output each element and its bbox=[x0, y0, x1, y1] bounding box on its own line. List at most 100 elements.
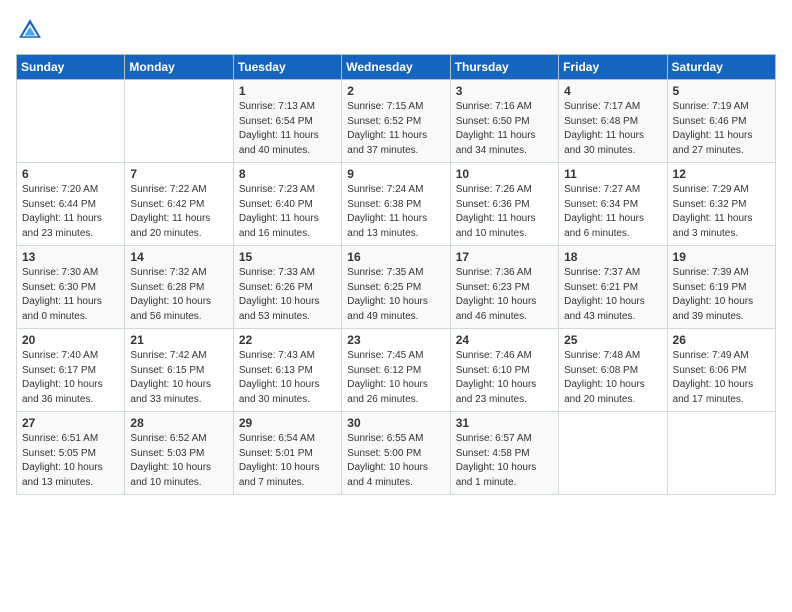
day-number: 29 bbox=[239, 416, 336, 430]
weekday-header-wednesday: Wednesday bbox=[342, 55, 450, 80]
calendar-cell: 8 Sunrise: 7:23 AM Sunset: 6:40 PM Daylig… bbox=[233, 163, 341, 246]
day-info: Sunrise: 7:27 AM Sunset: 6:34 PM Dayligh… bbox=[564, 183, 661, 241]
day-info: Sunrise: 7:13 AM Sunset: 6:54 PM Dayligh… bbox=[239, 100, 336, 158]
calendar-cell: 26 Sunrise: 7:49 AM Sunset: 6:06 PM Dayli… bbox=[667, 329, 775, 412]
day-number: 16 bbox=[347, 250, 444, 264]
weekday-header-tuesday: Tuesday bbox=[233, 55, 341, 80]
calendar-cell: 19 Sunrise: 7:39 AM Sunset: 6:19 PM Dayli… bbox=[667, 246, 775, 329]
day-number: 27 bbox=[22, 416, 119, 430]
day-number: 10 bbox=[456, 167, 553, 181]
day-info: Sunrise: 7:40 AM Sunset: 6:17 PM Dayligh… bbox=[22, 349, 119, 407]
day-number: 4 bbox=[564, 84, 661, 98]
day-info: Sunrise: 7:26 AM Sunset: 6:36 PM Dayligh… bbox=[456, 183, 553, 241]
day-info: Sunrise: 7:15 AM Sunset: 6:52 PM Dayligh… bbox=[347, 100, 444, 158]
weekday-header-sunday: Sunday bbox=[17, 55, 125, 80]
calendar-cell bbox=[559, 412, 667, 495]
day-number: 2 bbox=[347, 84, 444, 98]
calendar-week-row: 1 Sunrise: 7:13 AM Sunset: 6:54 PM Daylig… bbox=[17, 80, 776, 163]
calendar-cell: 28 Sunrise: 6:52 AM Sunset: 5:03 PM Dayli… bbox=[125, 412, 233, 495]
day-info: Sunrise: 7:33 AM Sunset: 6:26 PM Dayligh… bbox=[239, 266, 336, 324]
day-info: Sunrise: 7:39 AM Sunset: 6:19 PM Dayligh… bbox=[673, 266, 770, 324]
day-number: 17 bbox=[456, 250, 553, 264]
day-info: Sunrise: 6:52 AM Sunset: 5:03 PM Dayligh… bbox=[130, 432, 227, 490]
calendar-cell: 24 Sunrise: 7:46 AM Sunset: 6:10 PM Dayli… bbox=[450, 329, 558, 412]
day-number: 31 bbox=[456, 416, 553, 430]
calendar-week-row: 20 Sunrise: 7:40 AM Sunset: 6:17 PM Dayli… bbox=[17, 329, 776, 412]
day-info: Sunrise: 6:54 AM Sunset: 5:01 PM Dayligh… bbox=[239, 432, 336, 490]
day-number: 25 bbox=[564, 333, 661, 347]
day-info: Sunrise: 6:51 AM Sunset: 5:05 PM Dayligh… bbox=[22, 432, 119, 490]
day-info: Sunrise: 7:48 AM Sunset: 6:08 PM Dayligh… bbox=[564, 349, 661, 407]
calendar-week-row: 6 Sunrise: 7:20 AM Sunset: 6:44 PM Daylig… bbox=[17, 163, 776, 246]
calendar-cell bbox=[125, 80, 233, 163]
logo-icon bbox=[16, 16, 44, 44]
calendar-cell: 23 Sunrise: 7:45 AM Sunset: 6:12 PM Dayli… bbox=[342, 329, 450, 412]
day-info: Sunrise: 7:20 AM Sunset: 6:44 PM Dayligh… bbox=[22, 183, 119, 241]
day-number: 8 bbox=[239, 167, 336, 181]
calendar-cell: 12 Sunrise: 7:29 AM Sunset: 6:32 PM Dayli… bbox=[667, 163, 775, 246]
calendar-cell: 27 Sunrise: 6:51 AM Sunset: 5:05 PM Dayli… bbox=[17, 412, 125, 495]
day-number: 24 bbox=[456, 333, 553, 347]
calendar-cell: 22 Sunrise: 7:43 AM Sunset: 6:13 PM Dayli… bbox=[233, 329, 341, 412]
calendar-cell: 3Sunrise: 7:16 AM Sunset: 6:50 PM Daylig… bbox=[450, 80, 558, 163]
day-number: 20 bbox=[22, 333, 119, 347]
calendar-cell: 20 Sunrise: 7:40 AM Sunset: 6:17 PM Dayli… bbox=[17, 329, 125, 412]
day-info: Sunrise: 7:19 AM Sunset: 6:46 PM Dayligh… bbox=[673, 100, 770, 158]
calendar-cell: 21 Sunrise: 7:42 AM Sunset: 6:15 PM Dayli… bbox=[125, 329, 233, 412]
calendar-cell: 29 Sunrise: 6:54 AM Sunset: 5:01 PM Dayli… bbox=[233, 412, 341, 495]
day-number: 9 bbox=[347, 167, 444, 181]
calendar-cell: 18Sunrise: 7:37 AM Sunset: 6:21 PM Dayli… bbox=[559, 246, 667, 329]
weekday-header-monday: Monday bbox=[125, 55, 233, 80]
day-number: 7 bbox=[130, 167, 227, 181]
day-number: 28 bbox=[130, 416, 227, 430]
day-info: Sunrise: 7:22 AM Sunset: 6:42 PM Dayligh… bbox=[130, 183, 227, 241]
calendar-cell: 16 Sunrise: 7:35 AM Sunset: 6:25 PM Dayli… bbox=[342, 246, 450, 329]
weekday-header-saturday: Saturday bbox=[667, 55, 775, 80]
day-number: 5 bbox=[673, 84, 770, 98]
day-info: Sunrise: 7:45 AM Sunset: 6:12 PM Dayligh… bbox=[347, 349, 444, 407]
day-number: 26 bbox=[673, 333, 770, 347]
day-info: Sunrise: 7:43 AM Sunset: 6:13 PM Dayligh… bbox=[239, 349, 336, 407]
day-info: Sunrise: 6:57 AM Sunset: 4:58 PM Dayligh… bbox=[456, 432, 553, 490]
calendar-week-row: 27 Sunrise: 6:51 AM Sunset: 5:05 PM Dayli… bbox=[17, 412, 776, 495]
day-number: 22 bbox=[239, 333, 336, 347]
day-number: 13 bbox=[22, 250, 119, 264]
calendar-cell: 11Sunrise: 7:27 AM Sunset: 6:34 PM Dayli… bbox=[559, 163, 667, 246]
day-info: Sunrise: 7:17 AM Sunset: 6:48 PM Dayligh… bbox=[564, 100, 661, 158]
day-info: Sunrise: 7:36 AM Sunset: 6:23 PM Dayligh… bbox=[456, 266, 553, 324]
day-number: 12 bbox=[673, 167, 770, 181]
day-info: Sunrise: 7:30 AM Sunset: 6:30 PM Dayligh… bbox=[22, 266, 119, 324]
weekday-header-thursday: Thursday bbox=[450, 55, 558, 80]
calendar-cell: 7 Sunrise: 7:22 AM Sunset: 6:42 PM Daylig… bbox=[125, 163, 233, 246]
day-info: Sunrise: 7:23 AM Sunset: 6:40 PM Dayligh… bbox=[239, 183, 336, 241]
day-info: Sunrise: 7:24 AM Sunset: 6:38 PM Dayligh… bbox=[347, 183, 444, 241]
day-number: 14 bbox=[130, 250, 227, 264]
logo bbox=[16, 16, 48, 44]
calendar-cell: 30Sunrise: 6:55 AM Sunset: 5:00 PM Dayli… bbox=[342, 412, 450, 495]
calendar-cell: 31 Sunrise: 6:57 AM Sunset: 4:58 PM Dayli… bbox=[450, 412, 558, 495]
day-info: Sunrise: 7:46 AM Sunset: 6:10 PM Dayligh… bbox=[456, 349, 553, 407]
weekday-header-friday: Friday bbox=[559, 55, 667, 80]
day-number: 30 bbox=[347, 416, 444, 430]
calendar-cell: 4 Sunrise: 7:17 AM Sunset: 6:48 PM Daylig… bbox=[559, 80, 667, 163]
calendar-header-row: SundayMondayTuesdayWednesdayThursdayFrid… bbox=[17, 55, 776, 80]
day-info: Sunrise: 7:35 AM Sunset: 6:25 PM Dayligh… bbox=[347, 266, 444, 324]
calendar-table: SundayMondayTuesdayWednesdayThursdayFrid… bbox=[16, 54, 776, 495]
day-number: 18 bbox=[564, 250, 661, 264]
day-info: Sunrise: 7:16 AM Sunset: 6:50 PM Dayligh… bbox=[456, 100, 553, 158]
day-info: Sunrise: 7:29 AM Sunset: 6:32 PM Dayligh… bbox=[673, 183, 770, 241]
calendar-cell: 9 Sunrise: 7:24 AM Sunset: 6:38 PM Daylig… bbox=[342, 163, 450, 246]
calendar-cell: 14 Sunrise: 7:32 AM Sunset: 6:28 PM Dayli… bbox=[125, 246, 233, 329]
day-number: 19 bbox=[673, 250, 770, 264]
page-header bbox=[16, 16, 776, 44]
calendar-cell: 15 Sunrise: 7:33 AM Sunset: 6:26 PM Dayli… bbox=[233, 246, 341, 329]
day-info: Sunrise: 7:42 AM Sunset: 6:15 PM Dayligh… bbox=[130, 349, 227, 407]
day-number: 6 bbox=[22, 167, 119, 181]
day-info: Sunrise: 7:32 AM Sunset: 6:28 PM Dayligh… bbox=[130, 266, 227, 324]
day-number: 21 bbox=[130, 333, 227, 347]
calendar-cell: 2 Sunrise: 7:15 AM Sunset: 6:52 PM Daylig… bbox=[342, 80, 450, 163]
day-number: 23 bbox=[347, 333, 444, 347]
day-number: 15 bbox=[239, 250, 336, 264]
day-info: Sunrise: 7:49 AM Sunset: 6:06 PM Dayligh… bbox=[673, 349, 770, 407]
day-number: 1 bbox=[239, 84, 336, 98]
